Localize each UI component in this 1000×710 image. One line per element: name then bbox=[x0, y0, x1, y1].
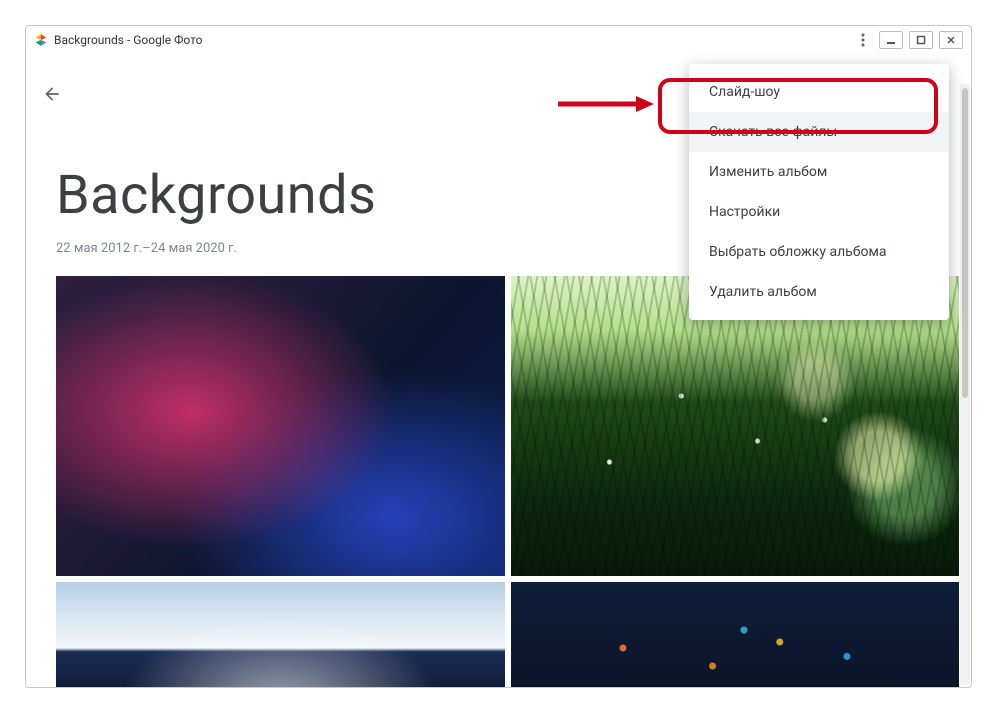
context-menu: Слайд-шоу Скачать все файлы Изменить аль… bbox=[689, 64, 949, 320]
menu-item-label: Слайд-шоу bbox=[709, 84, 780, 100]
photo-thumbnail[interactable] bbox=[56, 276, 505, 576]
menu-item-edit-album[interactable]: Изменить альбом bbox=[689, 152, 949, 192]
scrollbar-thumb[interactable] bbox=[962, 88, 968, 398]
photo-grid bbox=[56, 276, 959, 687]
menu-item-label: Настройки bbox=[709, 204, 780, 220]
title-bar: Backgrounds - Google Фото bbox=[26, 26, 971, 54]
photo-thumbnail[interactable] bbox=[56, 582, 505, 687]
photo-row bbox=[56, 276, 959, 576]
back-button[interactable] bbox=[40, 82, 64, 106]
minimize-button[interactable] bbox=[879, 31, 903, 49]
menu-item-label: Изменить альбом bbox=[709, 164, 827, 180]
photo-thumbnail[interactable] bbox=[511, 582, 960, 687]
menu-item-slideshow[interactable]: Слайд-шоу bbox=[689, 72, 949, 112]
app-window: Backgrounds - Google Фото Backgrounds 22… bbox=[25, 25, 972, 688]
scrollbar[interactable] bbox=[960, 84, 970, 685]
menu-item-label: Скачать все файлы bbox=[709, 124, 837, 140]
menu-item-delete-album[interactable]: Удалить альбом bbox=[689, 272, 949, 312]
menu-item-label: Удалить альбом bbox=[709, 284, 817, 300]
more-options-icon[interactable] bbox=[853, 30, 873, 50]
menu-item-label: Выбрать обложку альбома bbox=[709, 244, 887, 260]
window-controls bbox=[879, 31, 963, 49]
window-title: Backgrounds - Google Фото bbox=[54, 33, 202, 47]
menu-item-download-all[interactable]: Скачать все файлы bbox=[689, 112, 949, 152]
maximize-button[interactable] bbox=[909, 31, 933, 49]
photo-thumbnail[interactable] bbox=[511, 276, 960, 576]
photo-row bbox=[56, 582, 959, 687]
menu-item-choose-cover[interactable]: Выбрать обложку альбома bbox=[689, 232, 949, 272]
close-button[interactable] bbox=[939, 31, 963, 49]
app-icon bbox=[34, 33, 48, 47]
menu-item-settings[interactable]: Настройки bbox=[689, 192, 949, 232]
